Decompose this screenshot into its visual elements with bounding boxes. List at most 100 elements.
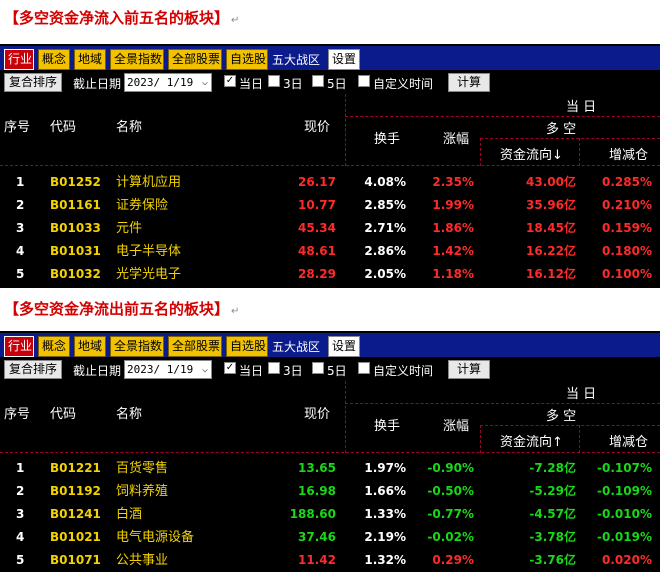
nav-button-industry[interactable]: 行业 <box>4 49 34 70</box>
chevron-down-icon[interactable]: ⌵ <box>202 74 208 91</box>
position-change-value: 0.210% <box>602 198 652 212</box>
column-header-flow[interactable]: 资金流向↑ <box>500 431 563 450</box>
turnover-value: 1.66% <box>364 484 406 498</box>
header-divider <box>579 425 580 453</box>
table-row[interactable]: 3 B01033 元件 45.34 2.71% 1.86% 18.45亿 0.159% <box>0 217 660 240</box>
change-value: -0.77% <box>427 507 474 521</box>
column-header-flow[interactable]: 资金流向↓ <box>500 144 563 163</box>
column-header-code[interactable]: 代码 <box>50 116 76 135</box>
nav-button-region[interactable]: 地域 <box>74 49 106 70</box>
capital-flow-value: 16.12亿 <box>526 267 576 281</box>
calculate-button[interactable]: 计算 <box>448 73 490 92</box>
nav-button-all-stocks[interactable]: 全部股票 <box>168 336 222 357</box>
position-change-value: 0.020% <box>602 553 652 567</box>
column-header-index[interactable]: 序号 <box>4 116 30 135</box>
table-row[interactable]: 5 B01032 光学光电子 28.29 2.05% 1.18% 16.12亿 0.100% <box>0 263 660 286</box>
sector-code: B01161 <box>50 198 101 212</box>
row-index: 3 <box>16 221 25 235</box>
sector-name: 公共事业 <box>116 553 169 568</box>
nav-button-watchlist[interactable]: 自选股 <box>226 336 268 357</box>
table-row[interactable]: 5 B01071 公共事业 11.42 1.32% 0.29% -3.76亿 0.020% <box>0 549 660 572</box>
capital-flow-value: 18.45亿 <box>526 221 576 235</box>
column-header-increase[interactable]: 增减仓 <box>609 431 648 450</box>
checkbox-5day-label: 5日 <box>327 364 347 378</box>
turnover-value: 4.08% <box>364 175 406 189</box>
checkbox-5day[interactable] <box>312 362 324 374</box>
nav-button-region[interactable]: 地域 <box>74 336 106 357</box>
nav-button-watchlist[interactable]: 自选股 <box>226 49 268 70</box>
turnover-value: 2.71% <box>364 221 406 235</box>
turnover-value: 1.33% <box>364 507 406 521</box>
column-header-name[interactable]: 名称 <box>116 403 142 422</box>
inflow-table: 序号 代码 名称 现价 当 日 多 空 换手 涨幅 资金流向↓ 增减仓 1 B01… <box>0 94 660 288</box>
sector-code: B01033 <box>50 221 101 235</box>
nav-button-concept[interactable]: 概念 <box>38 49 70 70</box>
checkbox-today[interactable]: ✓ <box>224 75 236 87</box>
end-date-picker[interactable]: 2023/ 1/19 ⌵ <box>124 360 212 379</box>
column-header-change[interactable]: 涨幅 <box>443 415 469 434</box>
table-row[interactable]: 1 B01221 百货零售 13.65 1.97% -0.90% -7.28亿 -0.107% <box>0 457 660 480</box>
column-header-price[interactable]: 现价 <box>304 403 330 422</box>
checkbox-custom-time-label: 自定义时间 <box>373 77 434 91</box>
position-change-value: 0.285% <box>602 175 652 189</box>
checkbox-5day-label: 5日 <box>327 77 347 91</box>
composite-sort-button[interactable]: 复合排序 <box>4 73 63 92</box>
nav-button-all-stocks[interactable]: 全部股票 <box>168 49 222 70</box>
outflow-heading: 【多空资金净流出前五名的板块】 ↵ <box>4 297 239 321</box>
change-value: -0.90% <box>427 461 474 475</box>
sector-code: B01192 <box>50 484 101 498</box>
turnover-value: 2.19% <box>364 530 406 544</box>
capital-flow-value: -3.78亿 <box>529 530 576 544</box>
header-divider <box>345 403 660 404</box>
position-change-value: -0.010% <box>597 507 652 521</box>
nav-zone-text[interactable]: 五大战区 <box>272 338 320 355</box>
turnover-value: 2.86% <box>364 244 406 258</box>
table-row[interactable]: 2 B01192 饲料养殖 16.98 1.66% -0.50% -5.29亿 -0.109% <box>0 480 660 503</box>
table-body: 1 B01221 百货零售 13.65 1.97% -0.90% -7.28亿 -0.107%… <box>0 453 660 572</box>
column-header-turnover[interactable]: 换手 <box>374 128 400 147</box>
change-value: 1.18% <box>432 267 474 281</box>
table-row[interactable]: 4 B01031 电子半导体 48.61 2.86% 1.42% 16.22亿 0.180% <box>0 240 660 263</box>
column-header-increase[interactable]: 增减仓 <box>609 144 648 163</box>
row-index: 1 <box>16 461 25 475</box>
nav-button-panorama-index[interactable]: 全景指数 <box>110 49 164 70</box>
table-row[interactable]: 1 B01252 计算机应用 26.17 4.08% 2.35% 43.00亿 0.285% <box>0 171 660 194</box>
change-value: 2.35% <box>432 175 474 189</box>
column-header-index[interactable]: 序号 <box>4 403 30 422</box>
column-header-code[interactable]: 代码 <box>50 403 76 422</box>
column-header-change[interactable]: 涨幅 <box>443 128 469 147</box>
position-change-value: 0.100% <box>602 267 652 281</box>
nav-button-concept[interactable]: 概念 <box>38 336 70 357</box>
sector-code: B01071 <box>50 553 101 567</box>
column-header-period: 当 日 <box>566 100 597 115</box>
checkbox-5day[interactable] <box>312 75 324 87</box>
checkbox-custom-time[interactable] <box>358 75 370 87</box>
capital-flow-value: -3.76亿 <box>529 553 576 567</box>
column-header-price[interactable]: 现价 <box>304 116 330 135</box>
change-value: -0.50% <box>427 484 474 498</box>
return-mark-icon: ↵ <box>231 306 240 317</box>
checkbox-3day[interactable] <box>268 362 280 374</box>
checkbox-3day[interactable] <box>268 75 280 87</box>
header-divider <box>345 116 660 117</box>
table-row[interactable]: 2 B01161 证券保险 10.77 2.85% 1.99% 35.96亿 0.210% <box>0 194 660 217</box>
chevron-down-icon[interactable]: ⌵ <box>202 361 208 378</box>
settings-button[interactable]: 设置 <box>328 49 360 70</box>
outflow-table: 序号 代码 名称 现价 当 日 多 空 换手 涨幅 资金流向↑ 增减仓 1 B01… <box>0 381 660 572</box>
nav-button-industry[interactable]: 行业 <box>4 336 34 357</box>
end-date-value: 2023/ 1/19 <box>127 76 194 89</box>
calculate-button[interactable]: 计算 <box>448 360 490 379</box>
checkbox-custom-time[interactable] <box>358 362 370 374</box>
end-date-picker[interactable]: 2023/ 1/19 ⌵ <box>124 73 212 92</box>
table-row[interactable]: 3 B01241 白酒 188.60 1.33% -0.77% -4.57亿 -0.010% <box>0 503 660 526</box>
column-header-name[interactable]: 名称 <box>116 116 142 135</box>
position-change-value: -0.107% <box>597 461 652 475</box>
row-index: 2 <box>16 484 25 498</box>
table-row[interactable]: 4 B01021 电气电源设备 37.46 2.19% -0.02% -3.78亿 -0.01… <box>0 526 660 549</box>
nav-button-panorama-index[interactable]: 全景指数 <box>110 336 164 357</box>
column-header-turnover[interactable]: 换手 <box>374 415 400 434</box>
nav-zone-text[interactable]: 五大战区 <box>272 51 320 68</box>
settings-button[interactable]: 设置 <box>328 336 360 357</box>
composite-sort-button[interactable]: 复合排序 <box>4 360 63 379</box>
checkbox-today[interactable]: ✓ <box>224 362 236 374</box>
